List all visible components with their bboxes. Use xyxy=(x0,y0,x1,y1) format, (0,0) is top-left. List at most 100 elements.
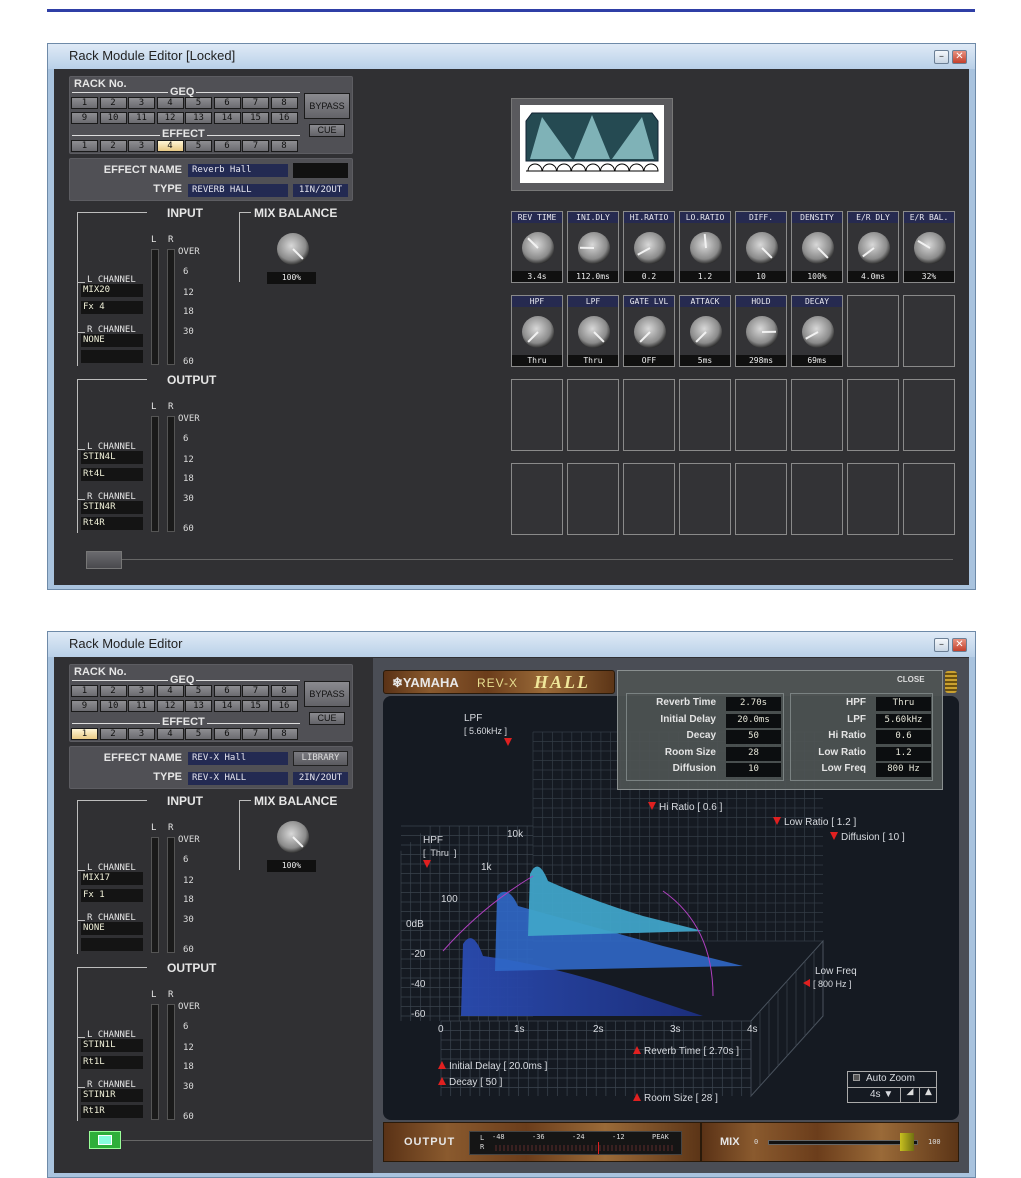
geq-button-9[interactable]: 9 xyxy=(71,700,98,712)
parameter-knob[interactable] xyxy=(522,316,554,348)
parameter-knob[interactable] xyxy=(746,316,778,348)
minimize-button[interactable]: – xyxy=(934,638,949,652)
effect-button-8[interactable]: 8 xyxy=(270,728,298,740)
hi-ratio-marker[interactable]: Hi Ratio [ 0.6 ] xyxy=(648,802,722,813)
param-value[interactable]: 10 xyxy=(726,763,781,777)
output-r-channel-field-1[interactable]: STIN4R xyxy=(81,501,143,514)
effect-button-5[interactable]: 5 xyxy=(185,140,212,152)
effect-button-1[interactable]: 1 xyxy=(71,140,98,152)
geq-button-7[interactable]: 7 xyxy=(242,685,269,697)
cue-button[interactable]: CUE xyxy=(309,124,345,137)
geq-button-11[interactable]: 11 xyxy=(128,112,155,124)
param-value[interactable]: 0.6 xyxy=(876,730,931,744)
geq-button-15[interactable]: 15 xyxy=(242,112,269,124)
lpf-marker[interactable]: LPF[ 5.60kHz ] xyxy=(464,713,515,750)
geq-button-4[interactable]: 4 xyxy=(156,97,184,109)
initial-delay-marker[interactable]: Initial Delay [ 20.0ms ] xyxy=(438,1061,547,1072)
close-overlay-button[interactable]: CLOSE xyxy=(897,675,925,684)
parameter-knob[interactable] xyxy=(690,316,722,348)
effect-button-6[interactable]: 6 xyxy=(213,140,241,152)
geq-button-3[interactable]: 3 xyxy=(128,97,155,109)
output-l-channel-field-2[interactable]: Rt1L xyxy=(81,1056,143,1069)
cue-button[interactable]: CUE xyxy=(309,712,345,725)
input-l-channel-field-2[interactable]: Fx 1 xyxy=(81,889,143,902)
effect-button-3[interactable]: 3 xyxy=(128,140,155,152)
output-r-channel-field-2[interactable]: Rt4R xyxy=(81,517,143,530)
mix-slider[interactable] xyxy=(768,1140,918,1145)
effect-button-5[interactable]: 5 xyxy=(185,728,212,740)
parameter-knob[interactable] xyxy=(746,232,778,264)
reverb-time-marker[interactable]: Reverb Time [ 2.70s ] xyxy=(633,1046,739,1057)
output-r-channel-field-2[interactable]: Rt1R xyxy=(81,1105,143,1118)
geq-button-5[interactable]: 5 xyxy=(185,685,212,697)
geq-button-13[interactable]: 13 xyxy=(185,112,212,124)
output-l-channel-field-2[interactable]: Rt4L xyxy=(81,468,143,481)
param-value[interactable]: 20.0ms xyxy=(726,713,781,728)
parameter-knob[interactable] xyxy=(690,232,722,264)
geq-button-2[interactable]: 2 xyxy=(99,685,127,697)
geq-button-8[interactable]: 8 xyxy=(270,97,298,109)
input-r-channel-field-2[interactable] xyxy=(81,350,143,363)
effect-button-2[interactable]: 2 xyxy=(99,728,127,740)
geq-button-16[interactable]: 16 xyxy=(270,700,298,712)
geq-button-2[interactable]: 2 xyxy=(99,97,127,109)
output-l-channel-field-1[interactable]: STIN1L xyxy=(81,1039,143,1052)
parameter-knob[interactable] xyxy=(578,316,610,348)
effect-button-4[interactable]: 4 xyxy=(156,728,184,740)
effect-button-7[interactable]: 7 xyxy=(242,140,269,152)
geq-button-5[interactable]: 5 xyxy=(185,97,212,109)
effect-button-1[interactable]: 1 xyxy=(71,728,98,740)
low-ratio-marker[interactable]: Low Ratio [ 1.2 ] xyxy=(773,817,856,828)
input-r-channel-field-1[interactable]: NONE xyxy=(81,922,143,935)
decay-marker[interactable]: Decay [ 50 ] xyxy=(438,1077,502,1088)
geq-button-9[interactable]: 9 xyxy=(71,112,98,124)
geq-button-12[interactable]: 12 xyxy=(156,112,184,124)
hpf-marker[interactable]: HPF[ Thru ] xyxy=(423,835,456,872)
effect-button-4[interactable]: 4 xyxy=(156,140,184,152)
parameter-knob[interactable] xyxy=(802,316,834,348)
effect-name-field[interactable]: Reverb Hall xyxy=(188,164,288,177)
minimize-button[interactable]: – xyxy=(934,50,949,64)
geq-button-1[interactable]: 1 xyxy=(71,685,98,697)
mix-slider-handle[interactable] xyxy=(900,1133,914,1151)
parameter-knob[interactable] xyxy=(522,232,554,264)
zoom-out-wave-icon[interactable]: ◢ xyxy=(900,1087,919,1103)
geq-button-4[interactable]: 4 xyxy=(156,685,184,697)
parameter-knob[interactable] xyxy=(634,232,666,264)
mix-balance-knob[interactable] xyxy=(277,821,309,853)
mix-balance-knob[interactable] xyxy=(277,233,309,265)
effect-button-6[interactable]: 6 xyxy=(213,728,241,740)
input-l-channel-field-1[interactable]: MIX17 xyxy=(81,872,143,885)
geq-button-3[interactable]: 3 xyxy=(128,685,155,697)
bypass-button[interactable]: BYPASS xyxy=(304,681,350,707)
param-value[interactable]: 1.2 xyxy=(876,746,931,761)
input-l-channel-field-2[interactable]: Fx 4 xyxy=(81,301,143,314)
geq-button-10[interactable]: 10 xyxy=(99,112,127,124)
room-size-marker[interactable]: Room Size [ 28 ] xyxy=(633,1093,718,1104)
geq-button-6[interactable]: 6 xyxy=(213,685,241,697)
parameter-knob[interactable] xyxy=(578,232,610,264)
auto-zoom-checkbox[interactable]: Auto Zoom xyxy=(853,1073,915,1084)
time-range-dropdown[interactable]: 4s ▼ xyxy=(870,1089,893,1100)
effect-button-8[interactable]: 8 xyxy=(270,140,298,152)
graph-toggle-button[interactable] xyxy=(89,1131,121,1149)
effect-button-7[interactable]: 7 xyxy=(242,728,269,740)
geq-button-16[interactable]: 16 xyxy=(270,112,298,124)
horizontal-scrollbar[interactable] xyxy=(86,559,953,560)
effect-name-field[interactable]: REV-X Hall xyxy=(188,752,288,765)
output-r-channel-field-1[interactable]: STIN1R xyxy=(81,1089,143,1102)
input-l-channel-field-1[interactable]: MIX20 xyxy=(81,284,143,297)
geq-button-1[interactable]: 1 xyxy=(71,97,98,109)
geq-button-12[interactable]: 12 xyxy=(156,700,184,712)
geq-button-11[interactable]: 11 xyxy=(128,700,155,712)
close-window-button[interactable]: ✕ xyxy=(952,50,967,64)
overlay-scroll-handle[interactable] xyxy=(945,671,957,693)
effect-button-3[interactable]: 3 xyxy=(128,728,155,740)
zoom-in-wave-icon[interactable]: ▲ xyxy=(919,1087,937,1103)
param-value[interactable]: 2.70s xyxy=(726,697,781,711)
output-l-channel-field-1[interactable]: STIN4L xyxy=(81,451,143,464)
param-value[interactable]: Thru xyxy=(876,697,931,711)
input-r-channel-field-1[interactable]: NONE xyxy=(81,334,143,347)
scrollbar-thumb[interactable] xyxy=(86,551,122,569)
low-freq-marker[interactable]: Low Freq[ 800 Hz ] xyxy=(803,966,857,991)
